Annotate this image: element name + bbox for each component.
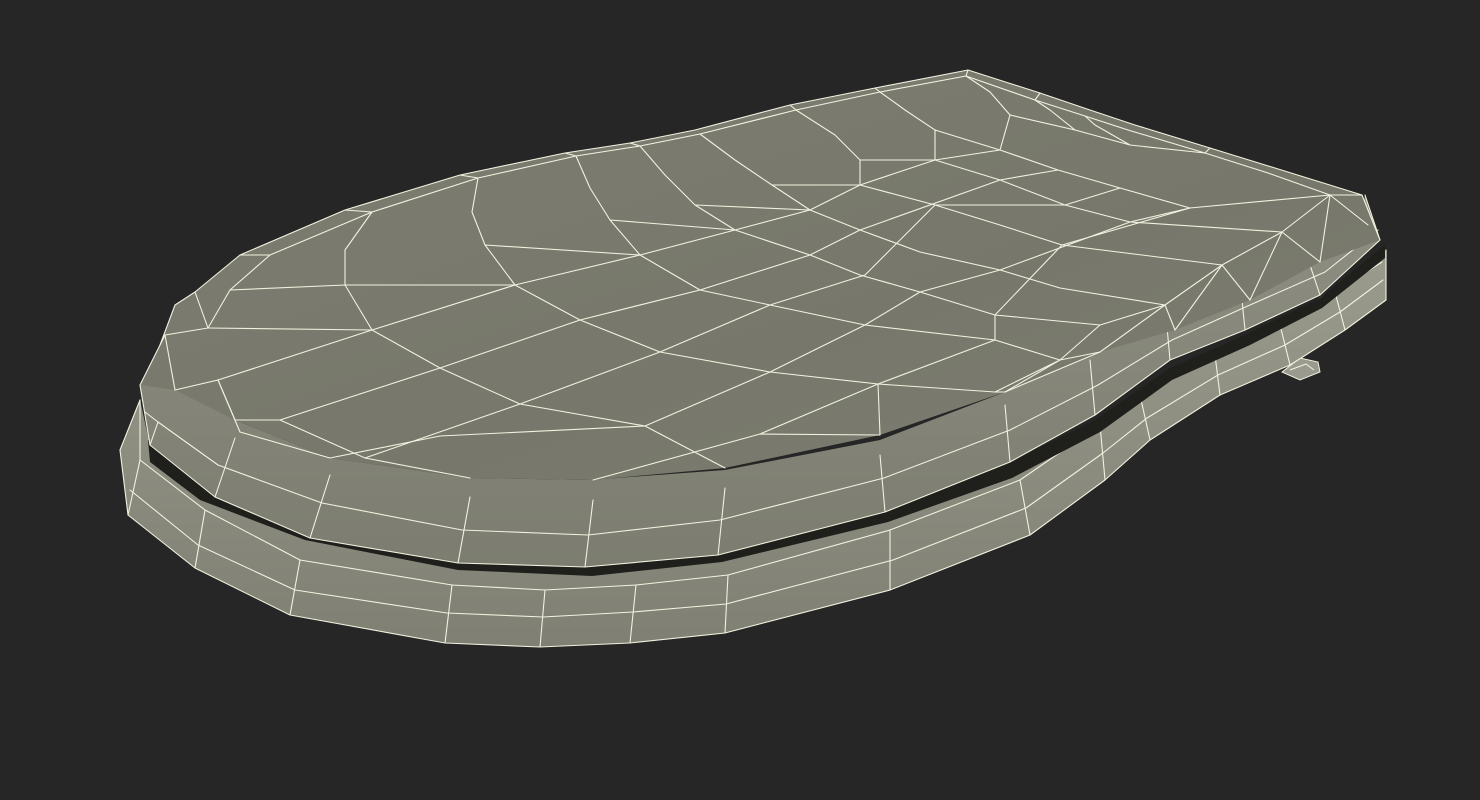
lid-top-surface [140, 70, 1380, 480]
3d-viewport[interactable] [0, 0, 1480, 800]
lid-top [139, 69, 1381, 481]
toilet-seat-model[interactable] [0, 0, 1480, 800]
